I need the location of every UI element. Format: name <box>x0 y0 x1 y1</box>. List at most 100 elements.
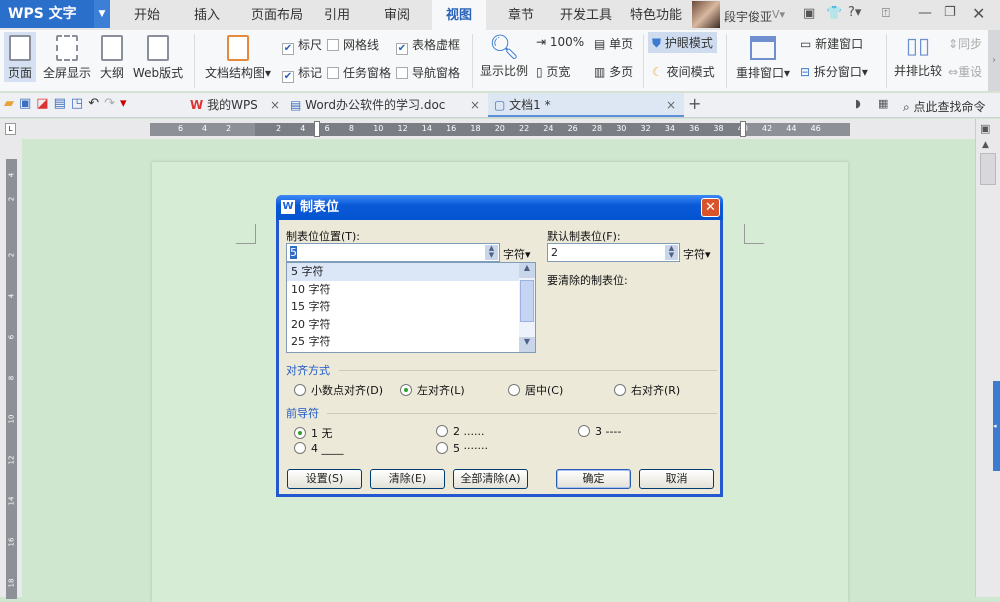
save-icon[interactable]: ▣ <box>19 96 36 111</box>
ribbon-scroll-right[interactable]: › <box>988 30 1000 91</box>
dialog-title-bar[interactable]: W 制表位 ✕ <box>276 195 723 220</box>
radio-unchecked[interactable] <box>614 384 626 396</box>
gridlines-checkbox[interactable]: 网格线 <box>327 36 379 53</box>
doc-tab-document1[interactable]: ▢ 文档1 * × <box>488 93 684 117</box>
checkbox-checked[interactable]: ✔ <box>396 43 408 55</box>
multi-page-button[interactable]: ▥ 多页 <box>594 63 633 80</box>
single-page-button[interactable]: ▤ 单页 <box>594 35 633 52</box>
default-unit-dropdown[interactable]: 字符▾ <box>683 246 711 262</box>
leader-4-radio[interactable]: 4 ____ <box>294 442 344 455</box>
docmap-button[interactable]: 文档结构图▾ <box>202 32 274 81</box>
indent-marker[interactable] <box>314 121 320 137</box>
tab-review[interactable]: 审阅 <box>372 0 422 30</box>
close-icon[interactable]: ✕ <box>972 4 985 23</box>
align-decimal-radio[interactable]: 小数点对齐(D) <box>294 382 383 398</box>
list-item[interactable]: 20 字符 <box>287 316 535 334</box>
new-tab-button[interactable]: + <box>688 94 701 113</box>
cloud-icon[interactable]: ◗ <box>855 97 861 110</box>
leader-3-radio[interactable]: 3 ---- <box>578 425 621 438</box>
radio-unchecked[interactable] <box>436 442 448 454</box>
night-mode-button[interactable]: ☾ 夜间模式 <box>652 63 715 80</box>
tab-developer[interactable]: 开发工具 <box>554 0 618 30</box>
tab-start[interactable]: 开始 <box>122 0 172 30</box>
layout-icon[interactable]: ▦ <box>878 97 888 110</box>
app-menu-button[interactable]: WPS 文字 ▼ <box>0 0 110 28</box>
leader-1-radio[interactable]: 1 无 <box>294 425 333 441</box>
avatar[interactable] <box>692 1 720 28</box>
cancel-button[interactable]: 取消 <box>639 469 714 489</box>
list-item[interactable]: 15 字符 <box>287 298 535 316</box>
doc-tab-word-study[interactable]: ▤ Word办公软件的学习.doc × <box>284 93 484 117</box>
side-panel-toggle[interactable]: ◂ <box>993 381 1000 471</box>
tab-insert[interactable]: 插入 <box>182 0 232 30</box>
checkbox-checked[interactable]: ✔ <box>282 43 294 55</box>
tab-type-selector[interactable]: L <box>5 123 16 135</box>
collapse-ribbon-icon[interactable]: ⍐ <box>882 6 890 21</box>
page-width-button[interactable]: ▯ 页宽 <box>536 63 570 80</box>
list-item[interactable]: 5 字符 <box>287 263 535 281</box>
user-name[interactable]: 段宇俊亚 <box>724 8 772 25</box>
vertical-scrollbar[interactable]: ▣ ▲ ◂ <box>975 119 1000 597</box>
clear-all-button[interactable]: 全部清除(A) <box>453 469 528 489</box>
scroll-up-icon[interactable]: ▲ <box>519 263 535 278</box>
list-item[interactable]: 10 字符 <box>287 281 535 299</box>
marks-checkbox[interactable]: ✔ 标记 <box>282 64 322 83</box>
shirt-icon[interactable]: 👕 <box>826 6 842 21</box>
side-by-side-button[interactable]: ▯▯ 并排比较 <box>892 32 944 79</box>
undo-icon[interactable]: ↶ <box>88 96 104 111</box>
nav-pane-checkbox[interactable]: 导航窗格 <box>396 64 460 81</box>
minimize-icon[interactable]: — <box>918 5 932 21</box>
vertical-ruler[interactable]: 4 2 2 4 6 8 10 12 14 16 18 <box>0 139 22 599</box>
radio-unchecked[interactable] <box>436 425 448 437</box>
outline-button[interactable]: 大纲 <box>97 32 127 81</box>
help-icon[interactable]: ?▾ <box>848 5 861 20</box>
fullscreen-button[interactable]: 全屏显示 <box>42 32 92 81</box>
clear-button[interactable]: 清除(E) <box>370 469 445 489</box>
print-icon[interactable]: ▤ <box>54 96 71 111</box>
new-window-button[interactable]: ▭ 新建窗口 <box>800 35 863 52</box>
doc-tab-my-wps[interactable]: W 我的WPS × <box>184 93 284 117</box>
radio-checked[interactable] <box>294 427 306 439</box>
radio-unchecked[interactable] <box>578 425 590 437</box>
align-left-radio[interactable]: 左对齐(L) <box>400 382 465 398</box>
zoom-100-button[interactable]: ⇥ 100% <box>536 35 584 49</box>
zoom-button[interactable]: 🔍︎ 显示比例 <box>478 32 530 79</box>
eye-mode-button[interactable]: ⛊ 护眼模式 <box>648 32 717 53</box>
unit-dropdown[interactable]: 字符▾ <box>503 246 531 262</box>
chevron-down-icon[interactable]: ▼ <box>94 0 110 28</box>
horizontal-ruler[interactable]: L 6 4 2 2 4 6 8 10 12 14 16 18 20 22 24 26 28 30 32 34 36 38 4… <box>0 119 1000 139</box>
right-indent-marker[interactable] <box>740 121 746 137</box>
split-window-button[interactable]: ⊟ 拆分窗口▾ <box>800 63 868 80</box>
ok-button[interactable]: 确定 <box>556 469 631 489</box>
close-tab-icon[interactable]: × <box>470 93 480 117</box>
list-scrollbar[interactable]: ▲ ▼ <box>519 263 535 352</box>
tab-features[interactable]: 特色功能 <box>624 0 688 30</box>
reset-position-button[interactable]: ⇔重设 <box>948 63 986 80</box>
tab-position-input[interactable]: 5 ▲ ▼ <box>286 243 500 262</box>
tab-view[interactable]: 视图 <box>432 0 486 30</box>
align-center-radio[interactable]: 居中(C) <box>508 382 563 398</box>
sync-scroll-button[interactable]: ⇕同步 <box>948 35 986 52</box>
tab-layout[interactable]: 页面布局 <box>242 0 312 30</box>
web-view-button[interactable]: Web版式 <box>132 32 184 81</box>
table-gridlines-checkbox[interactable]: ✔ 表格虚框 <box>396 36 460 55</box>
close-tab-icon[interactable]: × <box>270 93 280 117</box>
list-item[interactable]: 25 字符 <box>287 333 535 351</box>
redo-icon[interactable]: ↷ <box>104 96 120 111</box>
align-right-radio[interactable]: 右对齐(R) <box>614 382 680 398</box>
set-button[interactable]: 设置(S) <box>287 469 362 489</box>
scroll-thumb[interactable] <box>980 153 996 185</box>
spinner-icon[interactable]: ▲ ▼ <box>485 245 498 260</box>
customize-icon[interactable]: ▾ <box>120 96 132 111</box>
default-tab-input[interactable]: 2 ▲ ▼ <box>547 243 680 262</box>
radio-unchecked[interactable] <box>508 384 520 396</box>
radio-unchecked[interactable] <box>294 442 306 454</box>
leader-5-radio[interactable]: 5 ······· <box>436 442 488 455</box>
checkbox-unchecked[interactable] <box>327 67 339 79</box>
skin-icon[interactable]: ▣ <box>803 6 815 21</box>
arrange-windows-button[interactable]: 重排窗口▾ <box>734 32 792 81</box>
tab-reference[interactable]: 引用 <box>312 0 362 30</box>
page-view-button[interactable]: 页面 <box>4 32 36 82</box>
open-icon[interactable]: ▰ <box>4 96 19 111</box>
restore-icon[interactable]: ❐ <box>944 5 956 20</box>
